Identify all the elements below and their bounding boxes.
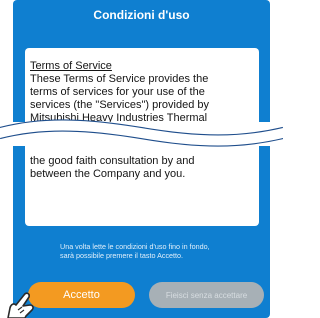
app-screen: Condizioni d'uso Terms of Service These … (13, 0, 270, 318)
exit-without-accepting-button[interactable]: Fieisci senza accettare (149, 282, 264, 308)
terms-line: Terms of Service (30, 60, 112, 72)
terms-line: the good faith consultation by and (30, 155, 195, 167)
scroll-break-wave (0, 119, 283, 147)
terms-line: These Terms of Service provides the (30, 73, 209, 85)
terms-line: terms of services for your use of the (30, 86, 205, 98)
page-title: Condizioni d'uso (93, 8, 190, 22)
instruction-note: Una volta lette le condizioni d'uso fino… (60, 242, 210, 260)
hand-pointer-icon (7, 292, 34, 318)
terms-line: between the Company and you. (30, 168, 186, 180)
terms-line: services (the "Services") provided by (30, 99, 209, 111)
terms-text-bottom: the good faith consultation by and betwe… (30, 155, 258, 181)
